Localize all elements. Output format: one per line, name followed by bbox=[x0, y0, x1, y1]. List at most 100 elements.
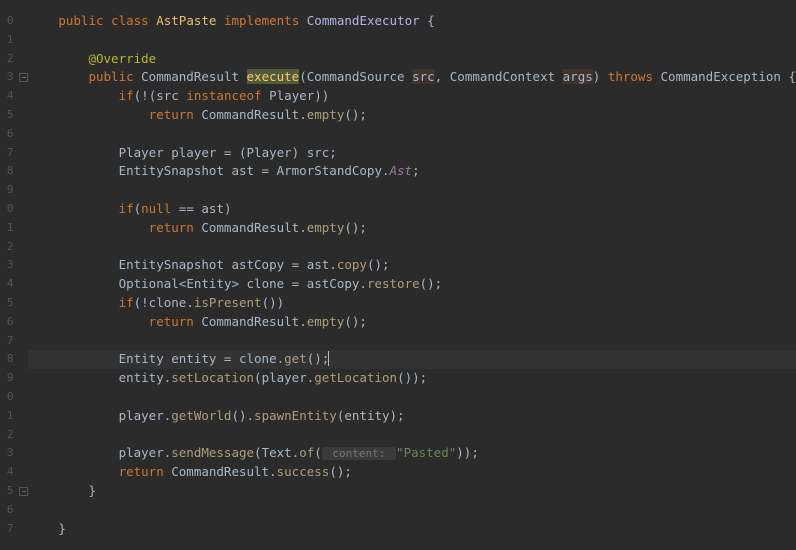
token-punct: )); bbox=[456, 445, 479, 460]
token-op: clone = astCopy. bbox=[239, 276, 367, 291]
line-number: 2 bbox=[0, 238, 13, 257]
fold-collapse-icon[interactable]: − bbox=[19, 73, 28, 82]
token-punct: ( bbox=[299, 69, 307, 84]
line-number: 3 bbox=[0, 68, 13, 87]
token-kw: instanceof bbox=[186, 88, 261, 103]
code-line[interactable]: public class AstPaste implements Command… bbox=[28, 12, 796, 31]
code-line[interactable] bbox=[28, 31, 796, 50]
code-line[interactable] bbox=[28, 181, 796, 200]
token-op: player bbox=[171, 145, 216, 160]
code-line[interactable] bbox=[28, 501, 796, 520]
token-type: CommandResult bbox=[201, 220, 299, 235]
token-type: ArmorStandCopy bbox=[277, 163, 382, 178]
token-kw: public bbox=[58, 13, 103, 28]
token-punct: > bbox=[231, 276, 239, 291]
code-line[interactable]: Player player = (Player) src; bbox=[28, 144, 796, 163]
code-line[interactable] bbox=[28, 426, 796, 445]
code-line[interactable]: } bbox=[28, 520, 796, 539]
token-kw: return bbox=[149, 107, 194, 122]
token-param: args bbox=[563, 69, 593, 84]
line-number: 3 bbox=[0, 256, 13, 275]
token-method: restore bbox=[367, 276, 420, 291]
code-line[interactable]: if(!clone.isPresent()) bbox=[28, 294, 796, 313]
line-number: 5 bbox=[0, 106, 13, 125]
token-param: src bbox=[412, 69, 435, 84]
token-method: getLocation bbox=[314, 370, 397, 385]
token-op: entity bbox=[171, 351, 216, 366]
line-number: 4 bbox=[0, 275, 13, 294]
line-number: 5 bbox=[0, 294, 13, 313]
token-punct: (). bbox=[231, 408, 254, 423]
token-str: "Pasted" bbox=[396, 445, 456, 460]
token-op: entity. bbox=[119, 370, 172, 385]
token-op: src; bbox=[299, 145, 337, 160]
code-line[interactable]: @Override bbox=[28, 50, 796, 69]
line-number: 6 bbox=[0, 125, 13, 144]
line-number: 1 bbox=[0, 219, 13, 238]
token-type: EntitySnapshot bbox=[119, 257, 224, 272]
token-op: = clone. bbox=[216, 351, 284, 366]
token-punct: )) bbox=[314, 88, 329, 103]
token-type: Player bbox=[269, 88, 314, 103]
code-area[interactable]: public class AstPaste implements Command… bbox=[24, 0, 796, 550]
token-type: Entity bbox=[119, 351, 164, 366]
code-line[interactable] bbox=[28, 388, 796, 407]
code-line[interactable]: Optional<Entity> clone = astCopy.restore… bbox=[28, 275, 796, 294]
code-line[interactable]: player.getWorld().spawnEntity(entity); bbox=[28, 407, 796, 426]
code-line[interactable]: return CommandResult.empty(); bbox=[28, 313, 796, 332]
line-number: 0 bbox=[0, 12, 13, 31]
token-method: empty bbox=[307, 107, 345, 122]
line-number: 0 bbox=[0, 388, 13, 407]
token-punct: ( bbox=[254, 445, 262, 460]
code-line[interactable]: if(!(src instanceof Player)) bbox=[28, 87, 796, 106]
token-punct: ; bbox=[412, 163, 420, 178]
token-anno: @Override bbox=[88, 51, 156, 66]
token-op bbox=[216, 13, 224, 28]
code-line[interactable]: return CommandResult.empty(); bbox=[28, 219, 796, 238]
token-type: CommandException bbox=[661, 69, 781, 84]
token-punct: ( bbox=[314, 445, 322, 460]
code-line[interactable] bbox=[28, 125, 796, 144]
line-number-gutter: 0123456789012345678901234567 bbox=[0, 0, 19, 550]
code-line[interactable]: public CommandResult execute(CommandSour… bbox=[28, 68, 796, 87]
code-line[interactable]: return CommandResult.empty(); bbox=[28, 106, 796, 125]
token-punct: (); bbox=[344, 220, 367, 235]
line-number: 7 bbox=[0, 144, 13, 163]
token-op bbox=[555, 69, 563, 84]
code-line[interactable]: EntitySnapshot astCopy = ast.copy(); bbox=[28, 256, 796, 275]
token-punct: } bbox=[88, 483, 96, 498]
token-kw: return bbox=[149, 314, 194, 329]
token-punct: ()) bbox=[262, 295, 285, 310]
token-type: Player bbox=[247, 145, 292, 160]
token-kw: if bbox=[119, 88, 134, 103]
code-line[interactable]: entity.setLocation(player.getLocation())… bbox=[28, 369, 796, 388]
token-kw: public bbox=[88, 69, 133, 84]
token-op: src bbox=[156, 88, 186, 103]
token-method: sendMessage bbox=[171, 445, 254, 460]
token-hint: content: bbox=[322, 447, 396, 460]
token-op bbox=[239, 69, 247, 84]
token-kw: class bbox=[111, 13, 149, 28]
token-op: player. bbox=[119, 408, 172, 423]
token-type: CommandResult bbox=[201, 107, 299, 122]
code-line[interactable]: Entity entity = clone.get(); bbox=[28, 350, 796, 369]
token-method: success bbox=[277, 464, 330, 479]
token-op: = bbox=[216, 145, 239, 160]
token-op: = bbox=[254, 163, 277, 178]
code-line[interactable] bbox=[28, 332, 796, 351]
code-line[interactable]: player.sendMessage(Text.of( content: "Pa… bbox=[28, 444, 796, 463]
token-method: copy bbox=[337, 257, 367, 272]
line-number: 9 bbox=[0, 181, 13, 200]
code-line[interactable] bbox=[28, 238, 796, 257]
token-kw: if bbox=[119, 295, 134, 310]
code-line[interactable]: } bbox=[28, 482, 796, 501]
fold-collapse-icon[interactable]: − bbox=[19, 487, 28, 496]
token-op: == ast bbox=[171, 201, 224, 216]
token-kw: return bbox=[119, 464, 164, 479]
code-line[interactable]: return CommandResult.success(); bbox=[28, 463, 796, 482]
token-kw: throws bbox=[608, 69, 653, 84]
token-method: setLocation bbox=[171, 370, 254, 385]
code-line[interactable]: if(null == ast) bbox=[28, 200, 796, 219]
code-line[interactable]: EntitySnapshot ast = ArmorStandCopy.Ast; bbox=[28, 162, 796, 181]
token-type: Text bbox=[262, 445, 292, 460]
